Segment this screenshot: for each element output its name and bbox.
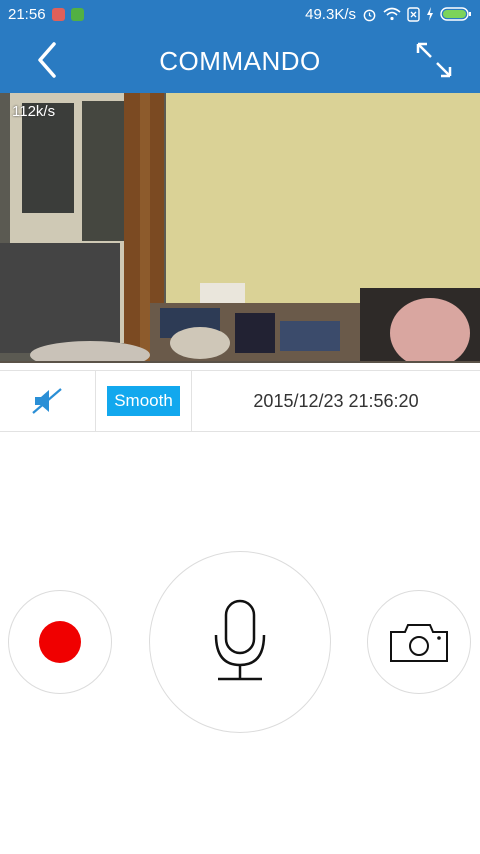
- control-strip: Smooth 2015/12/23 21:56:20: [0, 370, 480, 432]
- mute-button[interactable]: [0, 371, 96, 431]
- expand-icon: [416, 42, 452, 78]
- network-speed: 49.3K/s: [305, 5, 356, 23]
- charging-icon: [427, 7, 433, 21]
- quality-cell: Smooth: [96, 371, 192, 431]
- microphone-button[interactable]: [149, 551, 331, 733]
- quality-toggle-button[interactable]: Smooth: [107, 386, 180, 416]
- timestamp-label: 2015/12/23 21:56:20: [253, 390, 419, 411]
- bitrate-label: 112k/s: [12, 103, 56, 120]
- status-time: 21:56: [8, 5, 46, 23]
- snapshot-button[interactable]: [367, 590, 471, 694]
- title-bar: COMMANDO: [0, 28, 480, 93]
- fullscreen-button[interactable]: [414, 40, 454, 80]
- notification-icon: [51, 7, 65, 21]
- video-frame: [0, 93, 480, 363]
- wifi-icon: [383, 7, 401, 21]
- record-button[interactable]: [8, 590, 112, 694]
- page-title: COMMANDO: [159, 46, 321, 76]
- microphone-icon: [214, 599, 266, 681]
- camera-video-feed[interactable]: 112k/s: [0, 93, 480, 363]
- alarm-icon: [363, 9, 376, 21]
- no-sim-icon: [407, 6, 420, 22]
- status-bar: 21:56 49.3K/s: [0, 0, 480, 28]
- android-icon: [70, 7, 84, 21]
- battery-icon: [440, 7, 471, 21]
- speaker-muted-icon: [31, 388, 62, 414]
- camera-icon: [390, 624, 448, 662]
- record-dot-icon: [39, 621, 81, 663]
